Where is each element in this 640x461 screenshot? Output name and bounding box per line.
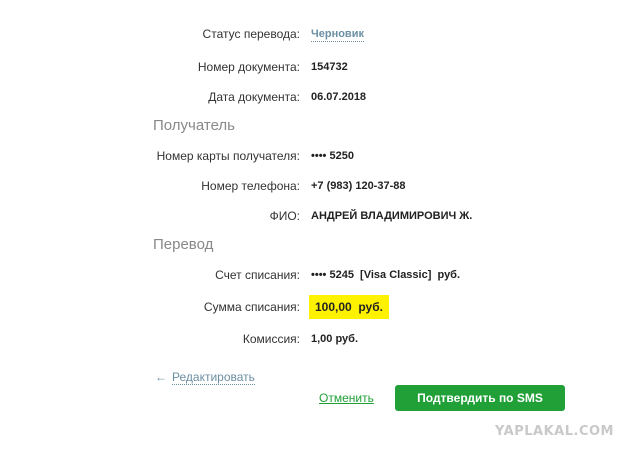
card-value: •••• 5250 (311, 150, 354, 162)
account-label: Счет списания: (215, 268, 300, 282)
phone-label: Номер телефона: (201, 179, 300, 193)
status-row: Статус перевода: Черновик (0, 24, 640, 44)
doc-date-value: 06.07.2018 (311, 91, 367, 103)
name-label: ФИО: (269, 209, 300, 223)
phone-row: Номер телефона: +7 (983) 120-37-88 (0, 176, 640, 196)
doc-number-row: Номер документа: 154732 (0, 57, 640, 77)
doc-number-value: 154732 (311, 61, 348, 73)
amount-value-highlight: 100,00 руб. (309, 295, 389, 319)
phone-value: +7 (983) 120-37-88 (311, 180, 406, 192)
doc-date-label: Дата документа: (208, 90, 300, 104)
card-row: Номер карты получателя: •••• 5250 (0, 146, 640, 166)
edit-link[interactable]: ← Редактировать (155, 369, 255, 385)
account-row: Счет списания: •••• 5245 [Visa Classic] … (0, 265, 640, 285)
cancel-link[interactable]: Отменить (319, 390, 374, 406)
name-row: ФИО: АНДРЕЙ ВЛАДИМИРОВИЧ Ж. (0, 206, 640, 226)
confirm-sms-button[interactable]: Подтвердить по SMS (395, 385, 565, 411)
card-label: Номер карты получателя: (156, 149, 300, 163)
doc-date-row: Дата документа: 06.07.2018 (0, 87, 640, 107)
fee-label: Комиссия: (242, 332, 300, 346)
status-value-link[interactable]: Черновик (311, 27, 364, 42)
doc-number-label: Номер документа: (197, 60, 300, 74)
fee-value: 1,00 руб. (311, 333, 359, 345)
name-value: АНДРЕЙ ВЛАДИМИРОВИЧ Ж. (311, 210, 473, 222)
amount-label: Сумма списания: (203, 300, 300, 314)
edit-link-label[interactable]: Редактировать (172, 370, 255, 385)
fee-row: Комиссия: 1,00 руб. (0, 329, 640, 349)
arrow-left-icon: ← (155, 370, 167, 384)
transfer-heading: Перевод (153, 236, 214, 253)
recipient-heading: Получатель (153, 117, 235, 134)
account-value: •••• 5245 [Visa Classic] руб. (311, 269, 461, 281)
amount-row: Сумма списания: 100,00 руб. (0, 295, 640, 319)
status-label: Статус перевода: (202, 27, 300, 41)
watermark: YAPLAKAL.COM (495, 424, 614, 439)
